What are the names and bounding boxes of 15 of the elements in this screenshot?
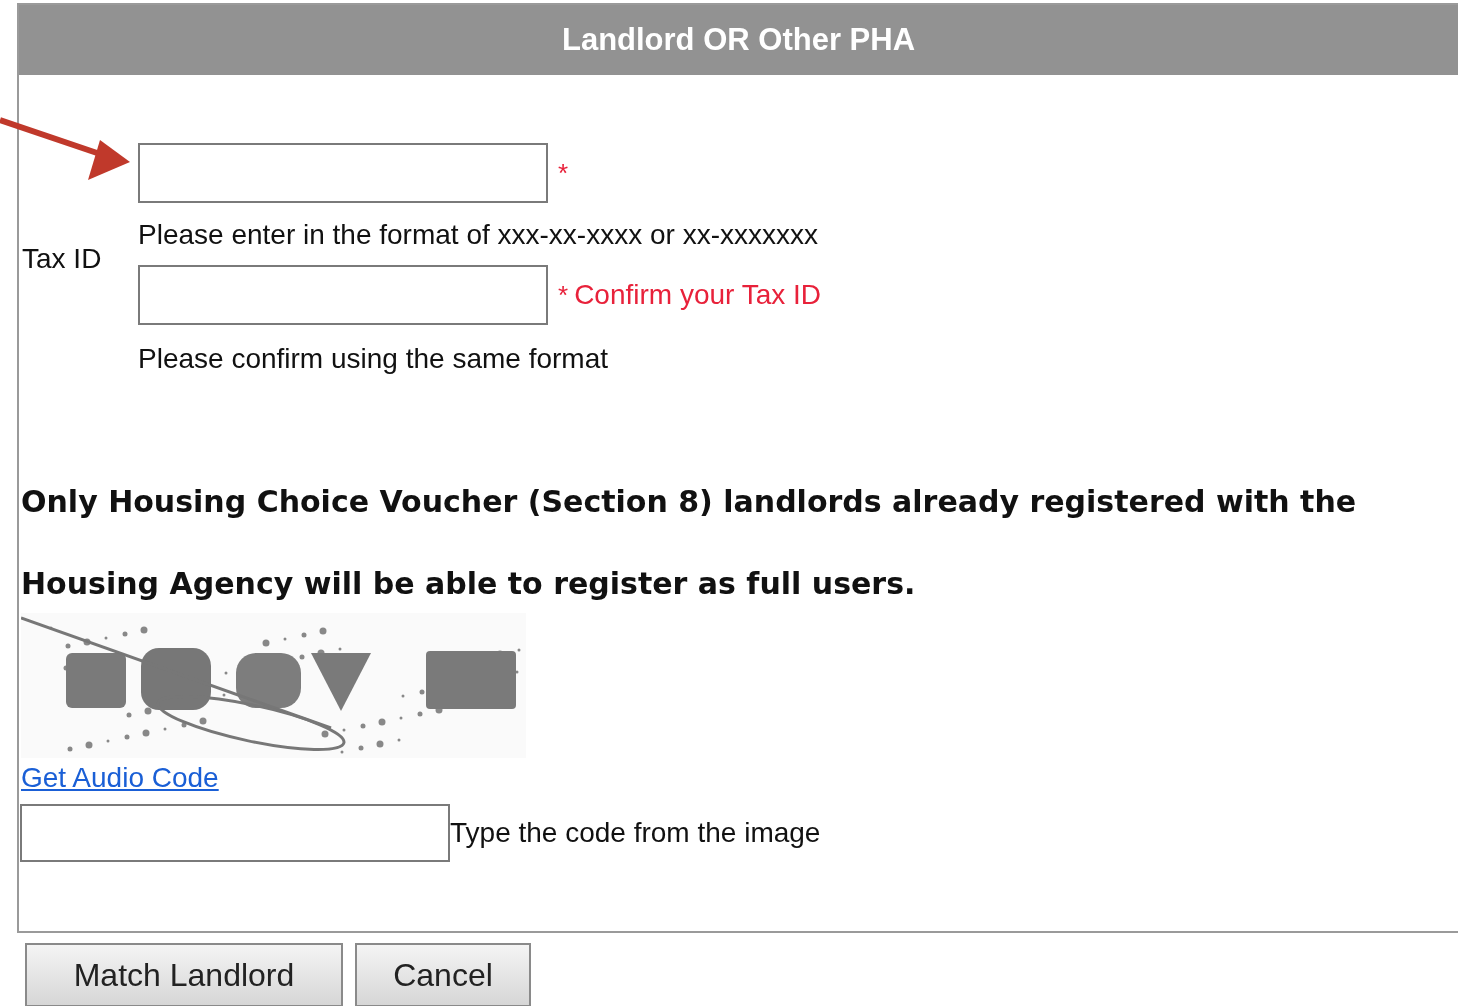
captcha-field[interactable] xyxy=(20,804,450,862)
format-hint: Please enter in the format of xxx-xx-xxxx or xx-xxxxxxx xyxy=(138,218,819,252)
tax-id-field[interactable] xyxy=(138,265,548,325)
tax-id-label: Tax ID xyxy=(21,243,103,275)
tax-id-field[interactable] xyxy=(138,143,548,203)
notice-text: Only Housing Choice Voucher (Section 8) landlords already registered with the Housing Agency will be able to register as full users. xyxy=(21,483,1358,603)
required-mark: * xyxy=(558,157,569,189)
cancel-button[interactable]: Cancel xyxy=(355,943,531,1006)
match-button[interactable]: Match Landlord xyxy=(25,943,343,1006)
captcha-instruction: Type the code from the image xyxy=(450,817,821,849)
format-hint: Please confirm using the same format xyxy=(138,342,609,375)
validation-message: Confirm your Tax ID xyxy=(574,279,821,311)
required-mark: * xyxy=(558,279,569,311)
audio-code-link[interactable]: Get Audio Code xyxy=(21,762,219,794)
panel-title: Landlord OR Other PHA xyxy=(561,22,916,58)
